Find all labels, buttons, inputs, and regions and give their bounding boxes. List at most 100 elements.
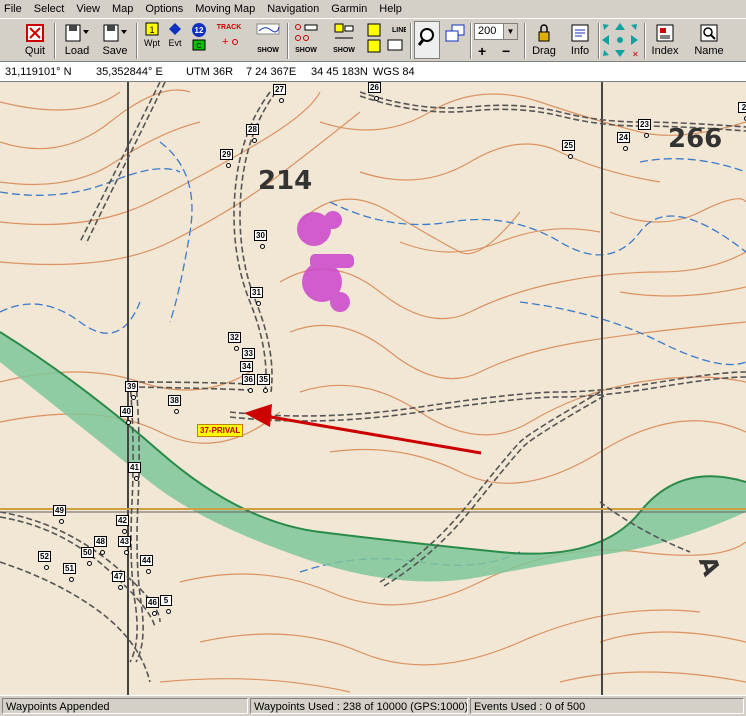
badge-number: 12	[195, 26, 204, 35]
quit-button[interactable]: Quit	[20, 21, 50, 59]
waypoint-marker-icon	[166, 609, 171, 614]
name-button[interactable]: Name	[692, 21, 726, 59]
show-track-button[interactable]: SHOW	[253, 21, 283, 59]
waypoint-number: 39	[125, 381, 138, 392]
waypoint-marker-icon	[623, 146, 628, 151]
menu-file[interactable]: File	[0, 0, 28, 18]
wpt-label: Wpt	[143, 38, 160, 48]
latitude-readout: 31,119101° N	[5, 66, 72, 78]
datum: WGS 84	[373, 66, 415, 78]
pointer-arrow	[244, 404, 482, 455]
route-icon	[295, 24, 318, 41]
load-icon	[65, 24, 89, 42]
index-label: Index	[651, 45, 679, 57]
waypoint-number: 34	[240, 361, 253, 372]
window-button[interactable]	[442, 21, 468, 59]
topographic-map	[0, 82, 746, 695]
waypoint-button[interactable]: 1 Wpt	[141, 21, 163, 59]
zoom-button[interactable]	[414, 21, 440, 59]
waypoint-marker-icon	[374, 96, 379, 101]
load-button[interactable]: Load	[60, 21, 94, 59]
event-button[interactable]: Evt	[165, 21, 185, 59]
waypoint-marker-icon	[256, 301, 261, 306]
pan-arrows-icon: ✕	[602, 23, 639, 59]
show-route-label: SHOW	[295, 47, 317, 54]
svg-text:+: +	[222, 36, 228, 47]
route-button[interactable]: SHOW	[291, 21, 321, 59]
line-button[interactable]: LINE	[364, 21, 408, 59]
waypoint-number: 44	[140, 555, 153, 566]
event-icon	[169, 23, 181, 35]
waypoint-marker-icon	[131, 395, 136, 400]
elevation-label-266: 266	[668, 124, 723, 154]
save-button[interactable]: Save	[98, 21, 132, 59]
name-label: Name	[694, 45, 724, 57]
waypoint-label-37-prival[interactable]: 37-PRIVAL	[197, 424, 244, 437]
menu-select[interactable]: Select	[28, 0, 71, 18]
elevation-label-214: 214	[258, 166, 313, 196]
zoom-in-icon[interactable]: +	[478, 43, 486, 59]
track-button[interactable]: TRACK +	[214, 21, 244, 59]
menu-options[interactable]: Options	[139, 0, 189, 18]
numbered-waypoint-button[interactable]: 12 C	[188, 21, 210, 59]
pan-control[interactable]: ✕	[600, 21, 642, 59]
waypoint-number: 5	[160, 595, 172, 606]
menu-view[interactable]: View	[70, 0, 106, 18]
waypoint-marker-icon	[260, 244, 265, 249]
zoom-out-icon[interactable]: −	[502, 43, 510, 59]
window-icon	[445, 24, 465, 42]
zoom-select[interactable]: 200 ▼	[474, 23, 518, 40]
save-icon	[103, 24, 127, 42]
zoom-icon	[417, 28, 434, 46]
event-green-icon: C	[192, 39, 206, 51]
index-icon	[656, 24, 674, 42]
waypoint-marker-icon	[100, 550, 105, 555]
show-lines-label: SHOW	[333, 47, 355, 54]
svg-text:C: C	[196, 43, 201, 50]
waypoint-marker-icon	[252, 138, 257, 143]
waypoint-marker-icon	[568, 154, 573, 159]
info-button[interactable]: Info	[564, 21, 596, 59]
waypoint-number: 32	[228, 332, 241, 343]
waypoint-number: 42	[116, 515, 129, 526]
chevron-down-icon[interactable]: ▼	[503, 24, 517, 39]
menu-garmin[interactable]: Garmin	[325, 0, 373, 18]
waypoint-marker-icon	[146, 569, 151, 574]
waypoint-number: 24	[617, 132, 630, 143]
menu-moving-map[interactable]: Moving Map	[189, 0, 261, 18]
waypoint-marker-icon	[152, 611, 157, 616]
index-button[interactable]: Index	[648, 21, 682, 59]
longitude-readout: 35,352844° E	[96, 66, 163, 78]
waypoint-number: 35	[257, 374, 270, 385]
waypoint-marker-icon	[87, 561, 92, 566]
map-canvas[interactable]: 214 266 A 27 26 23 24 25 28 29 30 31 32 33 34 36 35 39…	[0, 82, 746, 695]
waypoint-marker-icon	[234, 346, 239, 351]
quit-icon	[26, 24, 44, 42]
waypoint-number: 38	[168, 395, 181, 406]
track-icon: +	[222, 36, 238, 47]
waypoint-marker-icon	[174, 409, 179, 414]
drag-button[interactable]: Drag	[528, 21, 560, 59]
waypoint-number: 27	[273, 84, 286, 95]
svg-text:1: 1	[149, 25, 154, 35]
menu-help[interactable]: Help	[373, 0, 408, 18]
waypoint-marker-icon	[263, 388, 268, 393]
menu-map[interactable]: Map	[106, 0, 139, 18]
menu-navigation[interactable]: Navigation	[261, 0, 325, 18]
waypoint-number: 46	[146, 597, 159, 608]
waypoint-number: 28	[246, 124, 259, 135]
waypoint-number: 25	[562, 140, 575, 151]
show-track-label: SHOW	[257, 47, 279, 54]
waypoint-marker-icon	[59, 519, 64, 524]
waypoint-number: 41	[128, 462, 141, 473]
waypoint-marker-icon	[124, 550, 129, 555]
waypoint-number: 30	[254, 230, 267, 241]
waypoint-marker-icon	[134, 476, 139, 481]
show-lines-button[interactable]: SHOW	[331, 21, 357, 59]
waypoint-number: 29	[220, 149, 233, 160]
waypoint-marker-icon	[644, 133, 649, 138]
waypoint-marker-icon	[226, 163, 231, 168]
waypoint-number: 51	[63, 563, 76, 574]
track-label: TRACK	[216, 24, 242, 31]
waypoint-marker-icon	[122, 529, 127, 534]
